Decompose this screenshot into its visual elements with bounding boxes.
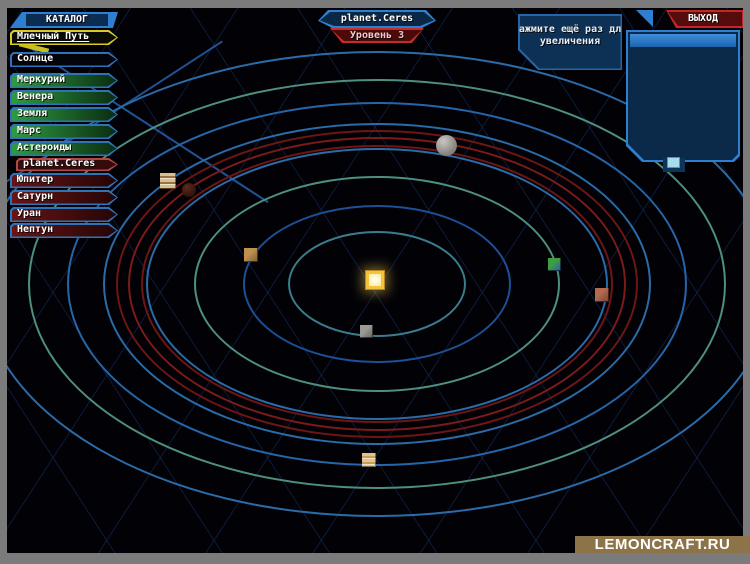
body-sun[interactable] bbox=[365, 270, 385, 290]
sidebar-item-label: Млечный Путь bbox=[17, 31, 89, 43]
exit-button-label: ВЫХОД bbox=[688, 13, 718, 25]
catalog-header: КАТАЛОГ bbox=[10, 12, 118, 28]
tier-badge: Уровень 3 bbox=[330, 28, 424, 43]
sidebar-item-label: Меркурий bbox=[17, 74, 65, 86]
selected-body-title-label: planet.Ceres bbox=[341, 13, 413, 25]
app-window: КАТАЛОГ Млечный Путь Солнце Меркурий Вен… bbox=[0, 0, 750, 564]
zoom-hint-tooltip: Нажмите ещё раз для увеличения bbox=[518, 14, 622, 70]
zoom-hint-line2: увеличения bbox=[540, 36, 600, 48]
body-earth[interactable] bbox=[548, 258, 561, 271]
selected-body-title: planet.Ceres bbox=[318, 10, 436, 28]
watermark-label: LEMONCRAFT.RU bbox=[595, 536, 731, 553]
body-mars[interactable] bbox=[595, 288, 609, 302]
sidebar-item-label: Марс bbox=[17, 125, 41, 137]
sidebar-item-neptune[interactable]: Нептун bbox=[10, 223, 118, 238]
body-asteroid[interactable] bbox=[182, 183, 196, 197]
preview-panel-tab[interactable] bbox=[667, 157, 680, 168]
sidebar-item-label: Уран bbox=[17, 208, 41, 220]
body-jupiter[interactable] bbox=[160, 173, 176, 189]
sidebar-item-label: Венера bbox=[17, 91, 53, 103]
sidebar-item-label: planet.Ceres bbox=[23, 158, 95, 170]
exit-decor-wedge bbox=[636, 10, 653, 27]
preview-panel bbox=[626, 30, 740, 162]
sidebar-item-ceres[interactable]: planet.Ceres bbox=[16, 158, 118, 171]
sidebar-item-saturn[interactable]: Сатурн bbox=[10, 190, 118, 205]
sidebar-item-label: Сатурн bbox=[17, 191, 53, 203]
sidebar-item-label: Нептун bbox=[17, 224, 53, 236]
celestial-map[interactable]: КАТАЛОГ Млечный Путь Солнце Меркурий Вен… bbox=[7, 8, 743, 553]
watermark-banner: LEMONCRAFT.RU bbox=[575, 536, 750, 553]
sidebar-item-mercury[interactable]: Меркурий bbox=[10, 73, 118, 88]
sidebar-item-label: Солнце bbox=[17, 53, 53, 65]
sidebar-item-label: Земля bbox=[17, 108, 47, 120]
sidebar-item-label: Астероиды bbox=[17, 142, 71, 154]
sun-core bbox=[369, 274, 381, 286]
sidebar-item-sun[interactable]: Солнце bbox=[10, 52, 118, 67]
sidebar-item-jupiter[interactable]: Юпитер bbox=[10, 173, 118, 188]
body-saturn[interactable] bbox=[362, 453, 376, 467]
sidebar-item-venus[interactable]: Венера bbox=[10, 90, 118, 105]
sidebar-item-label: Юпитер bbox=[17, 174, 53, 186]
catalog-header-label: КАТАЛОГ bbox=[46, 14, 88, 26]
sidebar-item-mars[interactable]: Марс bbox=[10, 124, 118, 139]
sidebar-item-uranus[interactable]: Уран bbox=[10, 207, 118, 222]
zoom-hint-line1: Нажмите ещё раз для bbox=[513, 24, 627, 36]
sidebar-item-earth[interactable]: Земля bbox=[10, 107, 118, 122]
sidebar-item-asteroids[interactable]: Астероиды bbox=[10, 141, 118, 156]
tier-badge-label: Уровень 3 bbox=[350, 30, 404, 42]
body-mercury[interactable] bbox=[360, 325, 373, 338]
preview-panel-header bbox=[630, 34, 736, 47]
body-venus[interactable] bbox=[244, 248, 258, 262]
sidebar-item-milky-way[interactable]: Млечный Путь bbox=[10, 30, 118, 45]
body-ceres[interactable] bbox=[436, 135, 457, 156]
